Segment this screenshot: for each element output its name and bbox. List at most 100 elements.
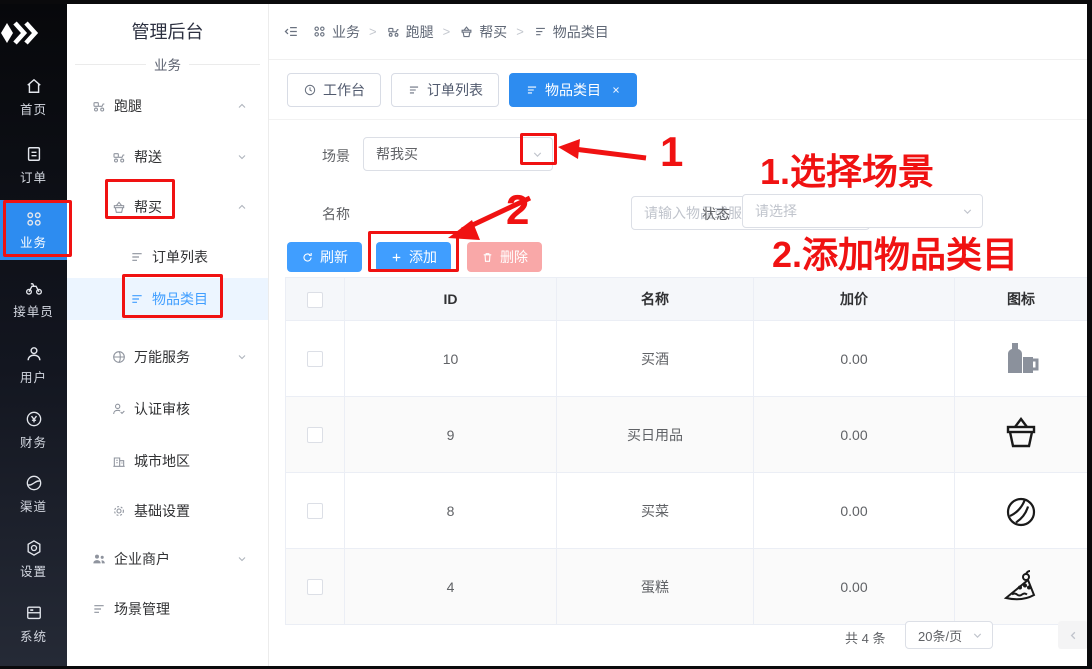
- window-edge-top: [0, 0, 1092, 4]
- categories-table: ID 名称 加价 图标 10 买酒 0.00 9 买日用品 0.00: [285, 277, 1088, 625]
- name-label: 名称: [322, 204, 350, 224]
- plus-icon: [390, 251, 403, 264]
- basket-icon: [459, 24, 474, 39]
- alcohol-icon: [999, 337, 1043, 381]
- rail-item-couriers[interactable]: 接单员: [0, 278, 67, 320]
- fold-icon: [283, 23, 300, 40]
- chevron-up-icon[interactable]: [236, 100, 248, 112]
- trash-icon: [481, 251, 494, 264]
- refresh-button[interactable]: 刷新: [287, 242, 362, 272]
- breadcrumb-separator: >: [443, 24, 451, 39]
- tab-workbench[interactable]: 工作台: [287, 73, 381, 107]
- bike-icon: [24, 278, 44, 298]
- breadcrumb-item-bangmai[interactable]: 帮买: [459, 22, 507, 42]
- scooter-icon: [91, 98, 107, 114]
- page-size-select[interactable]: 20条/页: [905, 621, 993, 649]
- sidebar-item-scene-management[interactable]: 场景管理: [67, 597, 268, 621]
- sidebar-item-bangmai[interactable]: 帮买: [67, 195, 268, 219]
- window-edge-right: [1087, 0, 1092, 669]
- rail-item-settings[interactable]: 设置: [0, 538, 67, 580]
- sidebar-item-order-list[interactable]: 订单列表: [67, 245, 268, 269]
- sidebar-item-basic-settings[interactable]: 基础设置: [67, 499, 268, 523]
- logo-icon: [0, 20, 38, 46]
- list-icon: [129, 291, 145, 307]
- add-button[interactable]: 添加: [376, 242, 451, 272]
- breadcrumb-item-business[interactable]: 业务: [312, 22, 360, 42]
- order-icon: [24, 144, 44, 164]
- building-icon: [111, 453, 127, 469]
- rail-item-finance[interactable]: 财务: [0, 409, 67, 451]
- column-header-markup: 加价: [754, 278, 955, 321]
- table-row: 8 买菜 0.00: [286, 473, 1088, 549]
- chevron-down-icon: [531, 148, 544, 161]
- column-header-name: 名称: [557, 278, 754, 321]
- pagination-prev-button[interactable]: [1058, 621, 1088, 649]
- column-header-icon: 图标: [955, 278, 1088, 321]
- home-icon: [24, 76, 44, 96]
- grid-icon: [24, 209, 44, 229]
- tab-bar: 工作台 订单列表 物品类目: [268, 60, 1087, 120]
- chevron-down-icon: [971, 629, 984, 642]
- shopping-basket-icon: [999, 413, 1043, 457]
- rail-item-channels[interactable]: 渠道: [0, 473, 67, 515]
- row-checkbox[interactable]: [307, 427, 323, 443]
- chevron-down-icon[interactable]: [236, 151, 248, 163]
- row-checkbox[interactable]: [307, 351, 323, 367]
- table-row: 4 蛋糕 0.00: [286, 549, 1088, 625]
- cake-icon: [999, 565, 1043, 609]
- breadcrumb-item-paotui[interactable]: 跑腿: [386, 22, 434, 42]
- rail-item-system[interactable]: 系统: [0, 603, 67, 645]
- grid-icon: [312, 24, 327, 39]
- sidebar-item-paotui[interactable]: 跑腿: [67, 94, 268, 118]
- list-icon: [91, 601, 107, 617]
- list-icon: [129, 249, 145, 265]
- status-select[interactable]: 请选择: [742, 194, 983, 228]
- rail-item-business[interactable]: 业务: [0, 200, 67, 260]
- sidebar-item-bangsong[interactable]: 帮送: [67, 145, 268, 169]
- app-logo[interactable]: [0, 20, 67, 46]
- scooter-icon: [111, 149, 127, 165]
- sidebar-item-city-regions[interactable]: 城市地区: [67, 449, 268, 473]
- refresh-icon: [301, 251, 314, 264]
- chevron-up-icon[interactable]: [236, 201, 248, 213]
- table-row: 9 买日用品 0.00: [286, 397, 1088, 473]
- people-icon: [91, 551, 107, 567]
- chevron-down-icon[interactable]: [236, 351, 248, 363]
- breadcrumb-item-item-categories[interactable]: 物品类目: [533, 22, 609, 42]
- select-all-checkbox[interactable]: [307, 292, 323, 308]
- secondary-sidebar: 管理后台 业务 跑腿 帮送 帮买 订单列表 物品类目 万能服务: [67, 4, 269, 666]
- globe-icon: [111, 349, 127, 365]
- gear-icon: [111, 503, 127, 519]
- list-icon: [533, 24, 548, 39]
- rail-item-orders[interactable]: 订单: [0, 144, 67, 186]
- rail-item-home[interactable]: 首页: [0, 76, 67, 118]
- clock-icon: [303, 83, 317, 97]
- chevron-left-icon: [1067, 629, 1080, 642]
- sidebar-fold-button[interactable]: [283, 23, 300, 40]
- close-icon[interactable]: [611, 85, 621, 95]
- delete-button[interactable]: 删除: [467, 242, 542, 272]
- sidebar-item-enterprise-merchants[interactable]: 企业商户: [67, 547, 268, 571]
- rail-item-users[interactable]: 用户: [0, 344, 67, 386]
- finance-icon: [24, 409, 44, 429]
- sidebar-item-universal-services[interactable]: 万能服务: [67, 345, 268, 369]
- sidebar-title: 管理后台: [67, 18, 268, 44]
- breadcrumb: 业务 > 跑腿 > 帮买 > 物品类目: [268, 4, 1087, 60]
- chevron-down-icon[interactable]: [236, 553, 248, 565]
- row-checkbox[interactable]: [307, 579, 323, 595]
- system-icon: [24, 603, 44, 623]
- main-content: 业务 > 跑腿 > 帮买 > 物品类目 工作台: [268, 4, 1087, 666]
- total-count: 共 4 条: [845, 628, 885, 647]
- tab-item-categories[interactable]: 物品类目: [509, 73, 637, 107]
- chevron-down-icon: [961, 205, 974, 218]
- sidebar-item-item-categories[interactable]: 物品类目: [67, 278, 268, 320]
- row-checkbox[interactable]: [307, 503, 323, 519]
- scene-select[interactable]: 帮我买: [363, 137, 553, 171]
- list-icon: [407, 83, 421, 97]
- channel-icon: [24, 473, 44, 493]
- table-row: 10 买酒 0.00: [286, 321, 1088, 397]
- sidebar-item-certification-review[interactable]: 认证审核: [67, 397, 268, 421]
- tab-order-list[interactable]: 订单列表: [391, 73, 499, 107]
- primary-nav-rail: 首页 订单 业务 接单员 用户 财务 渠道 设置: [0, 4, 67, 666]
- scene-label: 场景: [322, 146, 350, 166]
